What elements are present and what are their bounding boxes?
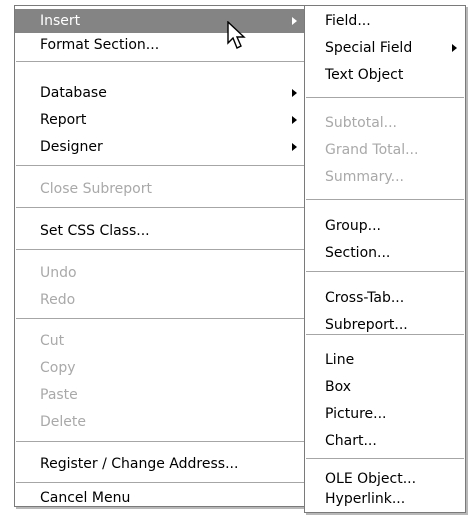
menu-item-delete: Delete bbox=[15, 410, 305, 434]
menu-separator bbox=[16, 441, 304, 443]
menu-item-label: Format Section... bbox=[40, 37, 160, 53]
menu-item-paste: Paste bbox=[15, 383, 305, 407]
menu-item-label: Report bbox=[40, 112, 87, 128]
menu-item-format-section[interactable]: Format Section... bbox=[15, 33, 305, 57]
menu-item-label: Line bbox=[325, 352, 355, 368]
menu-item-label: Summary... bbox=[325, 169, 405, 185]
submenu-item-text-object[interactable]: Text Object bbox=[305, 63, 465, 87]
menu-item-label: Database bbox=[40, 85, 107, 101]
menu-item-label: Copy bbox=[40, 360, 76, 376]
menu-separator bbox=[306, 334, 464, 336]
submenu-item-line[interactable]: Line bbox=[305, 348, 465, 372]
submenu-arrow-icon bbox=[292, 116, 297, 124]
submenu-item-cross-tab[interactable]: Cross-Tab... bbox=[305, 286, 465, 310]
menu-item-label: Special Field bbox=[325, 40, 413, 56]
menu-item-insert[interactable]: Insert bbox=[15, 9, 305, 33]
menu-item-undo: Undo bbox=[15, 261, 305, 285]
submenu-arrow-icon bbox=[292, 17, 297, 25]
submenu-item-picture[interactable]: Picture... bbox=[305, 402, 465, 426]
menu-item-label: Delete bbox=[40, 414, 86, 430]
menu-item-label: Close Subreport bbox=[40, 181, 152, 197]
menu-item-cut: Cut bbox=[15, 329, 305, 353]
submenu-arrow-icon bbox=[452, 44, 457, 52]
menu-item-label: Text Object bbox=[325, 67, 404, 83]
menu-item-label: Section... bbox=[325, 245, 391, 261]
menu-item-label: Group... bbox=[325, 218, 381, 234]
menu-separator bbox=[16, 207, 304, 209]
menu-item-label: Designer bbox=[40, 139, 103, 155]
submenu-item-box[interactable]: Box bbox=[305, 375, 465, 399]
menu-item-label: Redo bbox=[40, 292, 76, 308]
menu-item-label: Box bbox=[325, 379, 352, 395]
menu-separator bbox=[306, 271, 464, 273]
menu-item-database[interactable]: Database bbox=[15, 81, 305, 105]
menu-item-label: Chart... bbox=[325, 433, 377, 449]
menu-separator bbox=[16, 61, 304, 63]
menu-item-label: Field... bbox=[325, 13, 371, 29]
menu-item-designer[interactable]: Designer bbox=[15, 135, 305, 159]
menu-item-label: Cut bbox=[40, 333, 65, 349]
submenu-item-field[interactable]: Field... bbox=[305, 9, 465, 33]
menu-separator bbox=[306, 458, 464, 460]
menu-item-copy: Copy bbox=[15, 356, 305, 380]
menu-item-label: Set CSS Class... bbox=[40, 223, 150, 239]
menu-item-label: Hyperlink... bbox=[325, 491, 406, 507]
menu-separator bbox=[306, 199, 464, 201]
menu-separator bbox=[16, 165, 304, 167]
menu-item-set-css-class[interactable]: Set CSS Class... bbox=[15, 219, 305, 243]
menu-separator bbox=[306, 97, 464, 99]
submenu-item-special-field[interactable]: Special Field bbox=[305, 36, 465, 60]
submenu-item-grand-total: Grand Total... bbox=[305, 138, 465, 162]
submenu-arrow-icon bbox=[292, 143, 297, 151]
context-menu: Insert Format Section... Database Report… bbox=[14, 5, 306, 507]
menu-item-register[interactable]: Register / Change Address... bbox=[15, 452, 305, 476]
menu-item-label: Cancel Menu bbox=[40, 490, 131, 506]
menu-item-label: Grand Total... bbox=[325, 142, 419, 158]
menu-separator bbox=[16, 318, 304, 320]
menu-item-label: Insert bbox=[40, 13, 81, 29]
menu-separator bbox=[16, 482, 304, 484]
menu-item-report[interactable]: Report bbox=[15, 108, 305, 132]
menu-item-label: Undo bbox=[40, 265, 77, 281]
menu-item-label: Cross-Tab... bbox=[325, 290, 405, 306]
menu-item-label: Register / Change Address... bbox=[40, 456, 239, 472]
menu-item-label: Paste bbox=[40, 387, 78, 403]
submenu-item-group[interactable]: Group... bbox=[305, 214, 465, 238]
submenu-arrow-icon bbox=[292, 89, 297, 97]
menu-separator bbox=[16, 249, 304, 251]
insert-submenu: Field... Special Field Text Object Subto… bbox=[304, 5, 466, 513]
menu-item-cancel[interactable]: Cancel Menu bbox=[15, 490, 305, 506]
submenu-item-summary: Summary... bbox=[305, 165, 465, 189]
submenu-item-section[interactable]: Section... bbox=[305, 241, 465, 265]
menu-item-label: Picture... bbox=[325, 406, 387, 422]
menu-item-label: Subtotal... bbox=[325, 115, 398, 131]
menu-item-redo: Redo bbox=[15, 288, 305, 312]
menu-item-close-subreport: Close Subreport bbox=[15, 177, 305, 201]
submenu-item-chart[interactable]: Chart... bbox=[305, 429, 465, 453]
submenu-item-hyperlink[interactable]: Hyperlink... bbox=[305, 487, 465, 511]
submenu-item-subtotal: Subtotal... bbox=[305, 111, 465, 135]
